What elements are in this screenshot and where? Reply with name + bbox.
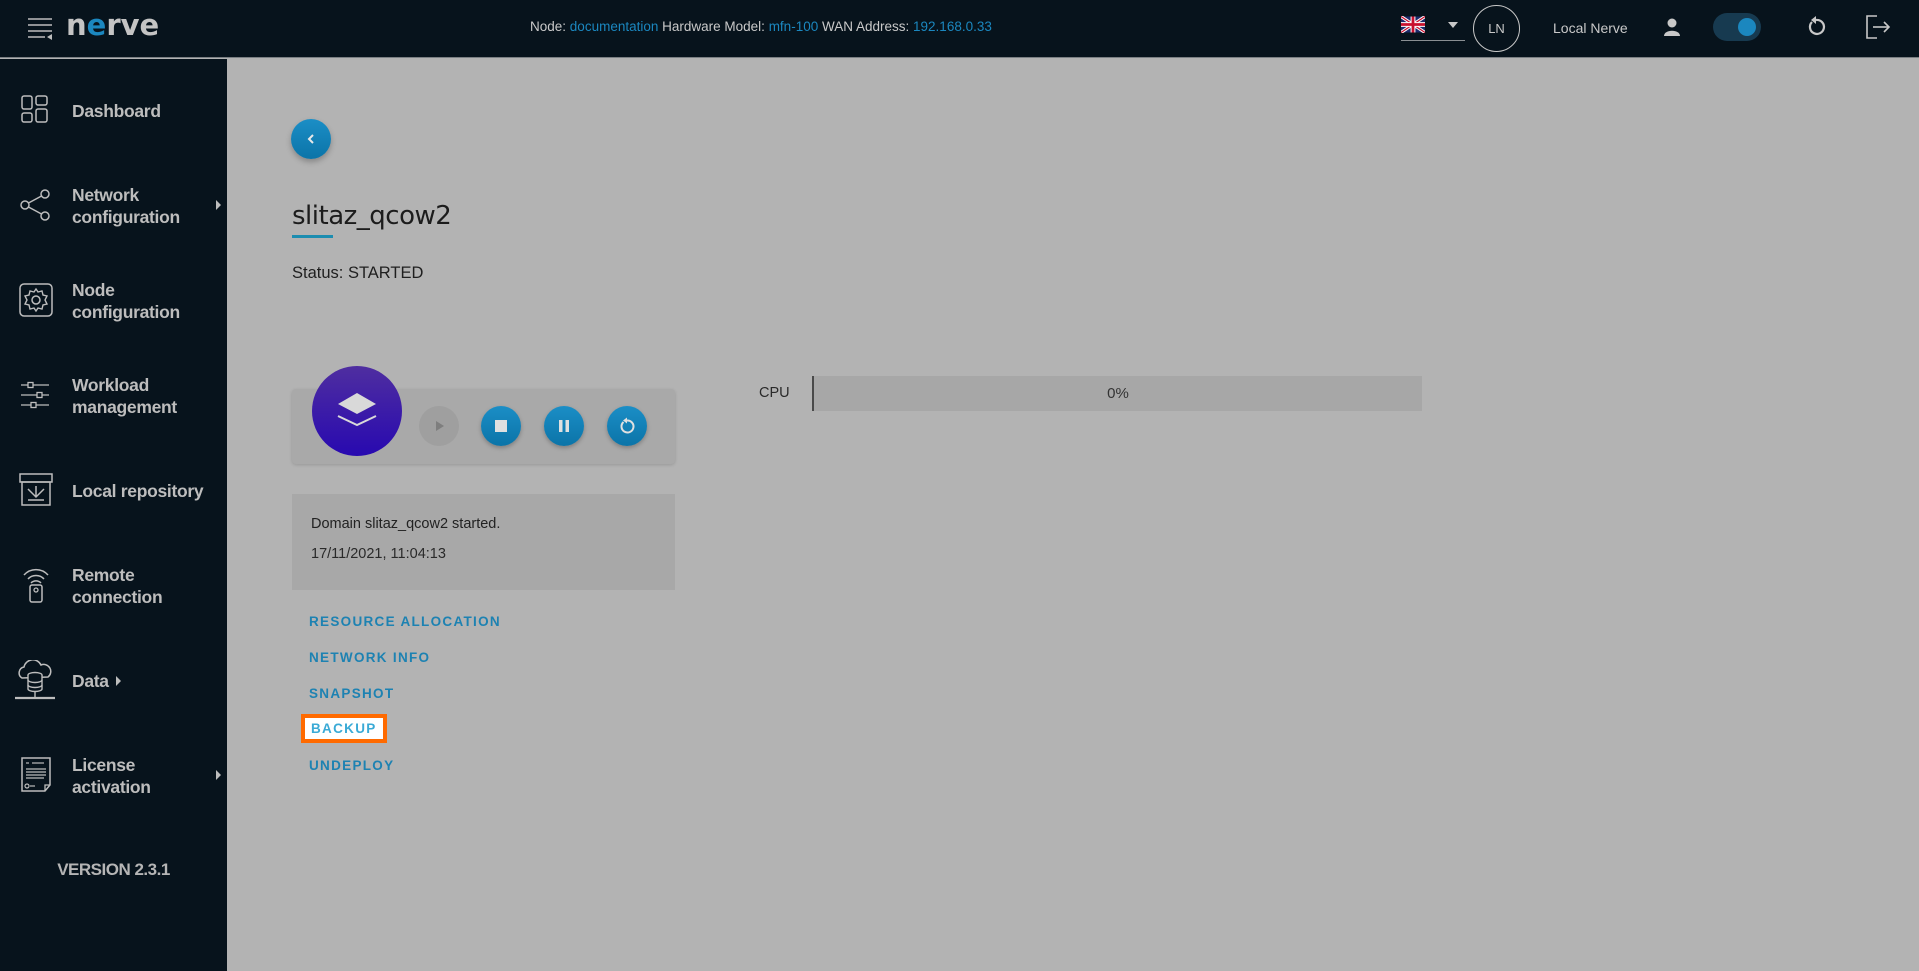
sidebar-item-data[interactable]: Data xyxy=(0,645,227,715)
snapshot-link[interactable]: SNAPSHOT xyxy=(309,686,394,701)
sidebar-item-label: Remote connection xyxy=(72,565,163,607)
chevron-left-icon xyxy=(307,134,314,144)
backup-link[interactable]: BACKUP xyxy=(301,714,387,743)
sidebar-item-license-activation[interactable]: License activation xyxy=(0,740,227,810)
gear-icon xyxy=(19,283,53,317)
top-bar: nerve Node: documentation Hardware Model… xyxy=(0,0,1919,58)
sliders-icon xyxy=(21,381,49,409)
undeploy-link[interactable]: UNDEPLOY xyxy=(309,758,394,773)
hardware-model-label: Hardware Model: xyxy=(662,19,765,34)
sidebar-item-label: License activation xyxy=(72,755,151,797)
sidebar-item-local-repository[interactable]: Local repository xyxy=(0,455,227,525)
chevron-right-icon xyxy=(116,676,121,686)
uk-flag-icon xyxy=(1401,16,1425,33)
status-text: Status: STARTED xyxy=(292,264,424,282)
cpu-usage-bar: 0% xyxy=(812,376,1422,411)
page-title: slitaz_qcow2 xyxy=(292,201,452,231)
cpu-label: CPU xyxy=(759,385,790,401)
refresh-icon[interactable] xyxy=(1805,16,1827,38)
chevron-right-icon xyxy=(216,770,221,780)
sidebar-item-remote-connection[interactable]: Remote connection xyxy=(0,550,227,620)
cloud-database-icon xyxy=(15,660,55,700)
sidebar-item-dashboard[interactable]: Dashboard xyxy=(0,75,227,145)
pause-button[interactable] xyxy=(544,406,584,446)
avatar[interactable]: LN xyxy=(1473,5,1520,52)
message-timestamp: 17/11/2021, 11:04:13 xyxy=(311,546,446,562)
nerve-logo[interactable]: nerve xyxy=(66,8,159,42)
cpu-usage-value: 0% xyxy=(1107,385,1129,402)
hardware-model-value: mfn-100 xyxy=(768,19,819,34)
network-info-link[interactable]: NETWORK INFO xyxy=(309,650,430,665)
status-message: Domain slitaz_qcow2 started. 17/11/2021,… xyxy=(292,494,675,590)
stop-icon xyxy=(495,420,507,432)
play-icon xyxy=(436,421,444,431)
mode-toggle[interactable] xyxy=(1713,13,1761,41)
user-icon[interactable] xyxy=(1662,17,1682,37)
restart-icon xyxy=(620,417,635,434)
chevron-right-icon xyxy=(216,200,221,210)
wan-address-label: WAN Address: xyxy=(821,19,910,34)
sidebar-item-label: Node configuration xyxy=(72,280,180,322)
username: Local Nerve xyxy=(1553,20,1628,36)
layers-icon xyxy=(337,393,377,427)
sidebar-item-label: Workload management xyxy=(72,375,177,417)
resource-allocation-link[interactable]: RESOURCE ALLOCATION xyxy=(309,614,501,629)
sidebar-item-node-configuration[interactable]: Node configuration xyxy=(0,265,227,335)
dashboard-icon xyxy=(21,95,48,123)
sidebar-item-network-configuration[interactable]: Network configuration xyxy=(0,170,227,240)
sidebar-item-label: Dashboard xyxy=(72,101,161,121)
message-text: Domain slitaz_qcow2 started. xyxy=(311,516,501,532)
version-label: VERSION 2.3.1 xyxy=(57,860,170,879)
sidebar: Dashboard Network configuration Node confi… xyxy=(0,59,227,971)
sidebar-item-workload-management[interactable]: Workload management xyxy=(0,360,227,430)
restart-button[interactable] xyxy=(607,406,647,446)
sidebar-item-label: Network configuration xyxy=(72,185,180,227)
start-button[interactable] xyxy=(419,406,459,446)
license-icon xyxy=(21,757,51,792)
logout-icon[interactable] xyxy=(1865,14,1891,40)
title-underline xyxy=(292,235,333,238)
vm-icon xyxy=(312,366,402,456)
main-content: slitaz_qcow2 Status: STARTED Domain slit… xyxy=(227,59,1919,971)
back-button[interactable] xyxy=(291,119,331,159)
repository-icon xyxy=(19,473,53,506)
toggle-knob xyxy=(1738,18,1756,36)
remote-icon xyxy=(23,568,49,603)
menu-collapse-icon[interactable] xyxy=(28,16,54,40)
stop-button[interactable] xyxy=(481,406,521,446)
language-select[interactable] xyxy=(1401,10,1465,41)
node-label: Node: xyxy=(530,19,567,34)
sidebar-item-label: Local repository xyxy=(72,481,204,501)
node-info: Node: documentation Hardware Model: mfn-… xyxy=(530,19,992,34)
share-network-icon xyxy=(20,189,50,221)
pause-icon xyxy=(559,420,569,432)
sidebar-item-label: Data xyxy=(72,671,109,691)
node-value: documentation xyxy=(569,19,659,34)
wan-address-value: 192.168.0.33 xyxy=(913,19,992,34)
chevron-down-icon xyxy=(1448,22,1458,28)
